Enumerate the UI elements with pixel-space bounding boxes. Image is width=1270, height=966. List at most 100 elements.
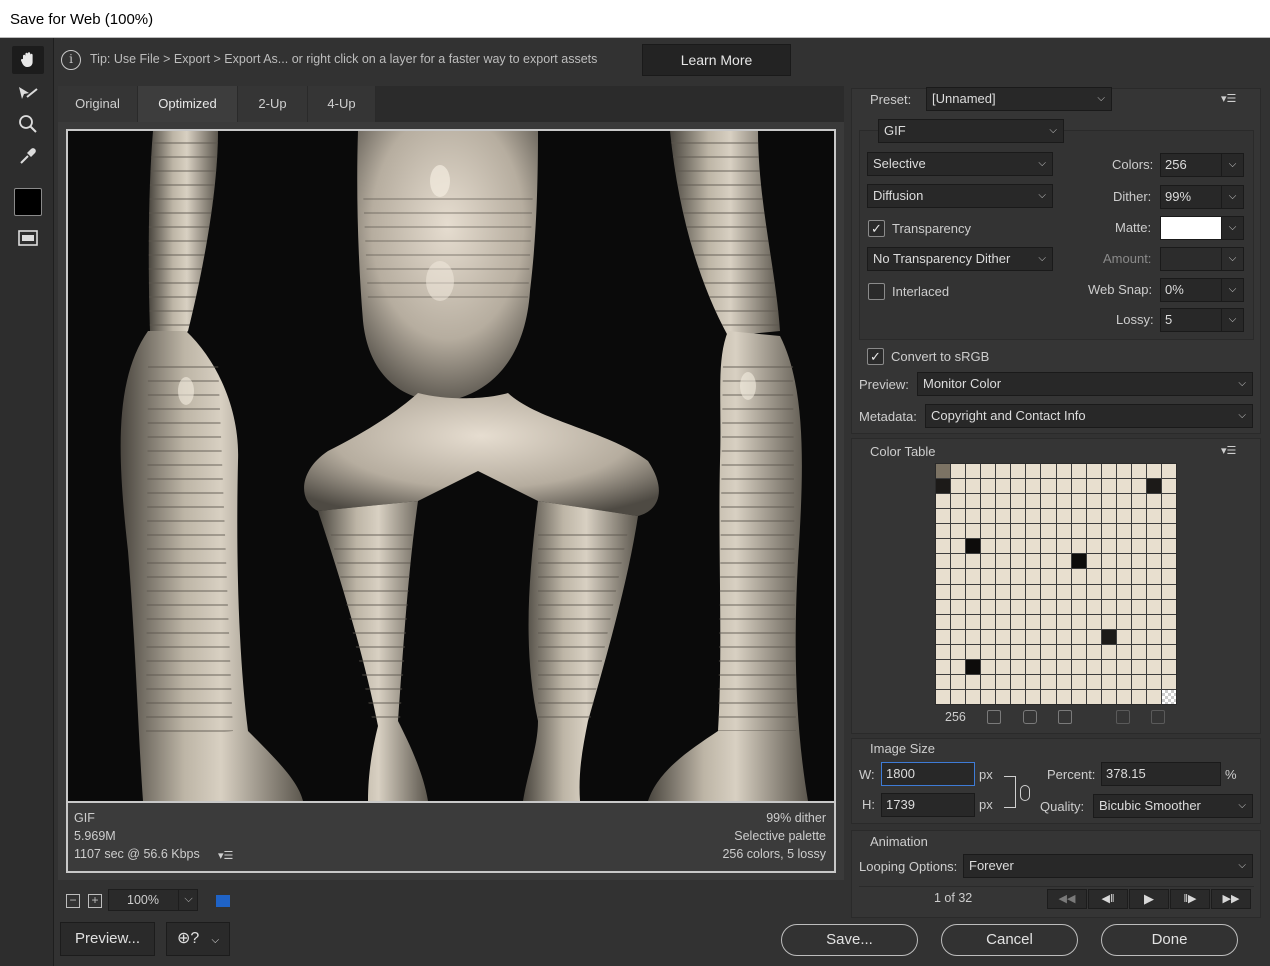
color-table-swatch[interactable] bbox=[1101, 569, 1116, 584]
color-table-swatch[interactable] bbox=[1011, 554, 1026, 569]
color-table-swatch[interactable] bbox=[936, 524, 951, 539]
color-table-swatch[interactable] bbox=[1071, 464, 1086, 479]
color-table-swatch[interactable] bbox=[1146, 554, 1161, 569]
chevron-down-icon[interactable]: ⌵ bbox=[1222, 247, 1244, 271]
color-table-swatch[interactable] bbox=[1131, 464, 1146, 479]
color-table-swatch[interactable] bbox=[1041, 554, 1056, 569]
link-dimensions-icon[interactable] bbox=[1020, 785, 1030, 801]
color-table-swatch[interactable] bbox=[1131, 599, 1146, 614]
color-table-swatch[interactable] bbox=[936, 659, 951, 674]
color-table-swatch[interactable] bbox=[1011, 629, 1026, 644]
file-format-select[interactable]: GIF ⌵ bbox=[878, 119, 1064, 143]
color-table-swatch[interactable] bbox=[1131, 629, 1146, 644]
color-table-swatch[interactable] bbox=[996, 659, 1011, 674]
color-table-swatch[interactable] bbox=[1041, 599, 1056, 614]
color-table-swatch[interactable] bbox=[1086, 509, 1101, 524]
color-table-swatch[interactable] bbox=[951, 494, 966, 509]
color-table-swatch[interactable] bbox=[1116, 509, 1131, 524]
color-table-swatch[interactable] bbox=[1116, 494, 1131, 509]
color-table-swatch[interactable] bbox=[1146, 584, 1161, 599]
color-table-swatch[interactable] bbox=[1116, 659, 1131, 674]
color-table-swatch[interactable] bbox=[1071, 599, 1086, 614]
color-table-swatch[interactable] bbox=[1026, 509, 1041, 524]
color-table-swatch[interactable] bbox=[1071, 509, 1086, 524]
color-table-swatch[interactable] bbox=[1086, 689, 1101, 704]
color-table-swatch[interactable] bbox=[981, 569, 996, 584]
color-table-swatch[interactable] bbox=[1041, 644, 1056, 659]
color-table-swatch[interactable] bbox=[1146, 464, 1161, 479]
color-table-swatch[interactable] bbox=[1011, 539, 1026, 554]
color-table-swatch[interactable] bbox=[1161, 464, 1176, 479]
tab-original[interactable]: Original bbox=[58, 86, 138, 122]
color-table-swatch[interactable] bbox=[1146, 509, 1161, 524]
color-table-swatch[interactable] bbox=[1026, 524, 1041, 539]
color-table-swatch[interactable] bbox=[996, 494, 1011, 509]
color-table-swatch[interactable] bbox=[1116, 674, 1131, 689]
color-table-swatch[interactable] bbox=[951, 644, 966, 659]
color-table-swatch[interactable] bbox=[1056, 464, 1071, 479]
color-table-swatch[interactable] bbox=[1086, 539, 1101, 554]
color-table-swatch[interactable] bbox=[1071, 584, 1086, 599]
color-table-swatch[interactable] bbox=[966, 494, 981, 509]
color-table-swatch[interactable] bbox=[981, 659, 996, 674]
color-table-swatch[interactable] bbox=[951, 614, 966, 629]
color-table-swatch[interactable] bbox=[996, 614, 1011, 629]
color-table-swatch[interactable] bbox=[1101, 614, 1116, 629]
color-table-swatch[interactable] bbox=[996, 569, 1011, 584]
color-table-swatch[interactable] bbox=[951, 629, 966, 644]
color-table-swatch[interactable] bbox=[1041, 629, 1056, 644]
color-table-swatch[interactable] bbox=[1116, 614, 1131, 629]
color-table-swatch[interactable] bbox=[1116, 524, 1131, 539]
metadata-select[interactable]: Copyright and Contact Info ⌵ bbox=[925, 404, 1253, 428]
transparency-checkbox[interactable]: ✓ bbox=[868, 220, 885, 237]
tab-2-up[interactable]: 2-Up bbox=[238, 86, 308, 122]
color-table-swatch[interactable] bbox=[1131, 659, 1146, 674]
color-table-swatch[interactable] bbox=[1161, 494, 1176, 509]
color-table-swatch[interactable] bbox=[1026, 644, 1041, 659]
color-table-swatch[interactable] bbox=[1011, 659, 1026, 674]
color-table-swatch[interactable] bbox=[1086, 599, 1101, 614]
color-table-swatch[interactable] bbox=[1146, 689, 1161, 704]
color-table-swatch[interactable] bbox=[1056, 614, 1071, 629]
color-table-swatch[interactable] bbox=[1056, 569, 1071, 584]
color-table-swatch[interactable] bbox=[1131, 509, 1146, 524]
color-table-swatch[interactable] bbox=[1161, 599, 1176, 614]
color-table-swatch[interactable] bbox=[1041, 689, 1056, 704]
color-table-swatch[interactable] bbox=[1086, 644, 1101, 659]
color-table-swatch[interactable] bbox=[1011, 614, 1026, 629]
color-table-swatch[interactable] bbox=[1056, 494, 1071, 509]
preview-mode-select[interactable]: Monitor Color ⌵ bbox=[917, 372, 1253, 396]
percent-field[interactable]: 378.15 bbox=[1101, 762, 1221, 786]
color-table-swatch[interactable] bbox=[981, 614, 996, 629]
color-table-swatch[interactable] bbox=[1086, 464, 1101, 479]
color-table-swatch[interactable] bbox=[1071, 524, 1086, 539]
color-table-swatch[interactable] bbox=[936, 509, 951, 524]
color-table-swatch[interactable] bbox=[1026, 584, 1041, 599]
colors-field[interactable]: 256 bbox=[1160, 153, 1222, 177]
transparency-dither-select[interactable]: No Transparency Dither ⌵ bbox=[867, 247, 1053, 271]
color-table-swatch[interactable] bbox=[966, 509, 981, 524]
color-table-swatch[interactable] bbox=[1041, 464, 1056, 479]
color-table-swatch[interactable] bbox=[981, 479, 996, 494]
color-table-swatch[interactable] bbox=[1041, 614, 1056, 629]
color-table-swatch[interactable] bbox=[1071, 569, 1086, 584]
color-table-swatch[interactable] bbox=[951, 554, 966, 569]
color-table-swatch[interactable] bbox=[1026, 569, 1041, 584]
color-table-swatch[interactable] bbox=[996, 599, 1011, 614]
color-table-swatch[interactable] bbox=[951, 674, 966, 689]
color-table-swatch[interactable] bbox=[996, 629, 1011, 644]
chevron-down-icon[interactable]: ⌵ bbox=[1222, 308, 1244, 332]
color-table-swatch[interactable] bbox=[1026, 479, 1041, 494]
color-table-swatch[interactable] bbox=[1116, 479, 1131, 494]
color-table-swatch[interactable] bbox=[936, 629, 951, 644]
color-table-swatch[interactable] bbox=[1131, 539, 1146, 554]
color-table-swatch[interactable] bbox=[1026, 614, 1041, 629]
color-table-swatch[interactable] bbox=[1071, 554, 1086, 569]
learn-more-button[interactable]: Learn More bbox=[642, 44, 791, 76]
color-table-swatch[interactable] bbox=[966, 539, 981, 554]
color-table-swatch[interactable] bbox=[1131, 479, 1146, 494]
color-table-menu-icon[interactable]: ▾☰ bbox=[1221, 444, 1236, 457]
color-table-swatch[interactable] bbox=[1041, 509, 1056, 524]
color-table-swatch[interactable] bbox=[966, 479, 981, 494]
color-table-swatch[interactable] bbox=[1116, 584, 1131, 599]
